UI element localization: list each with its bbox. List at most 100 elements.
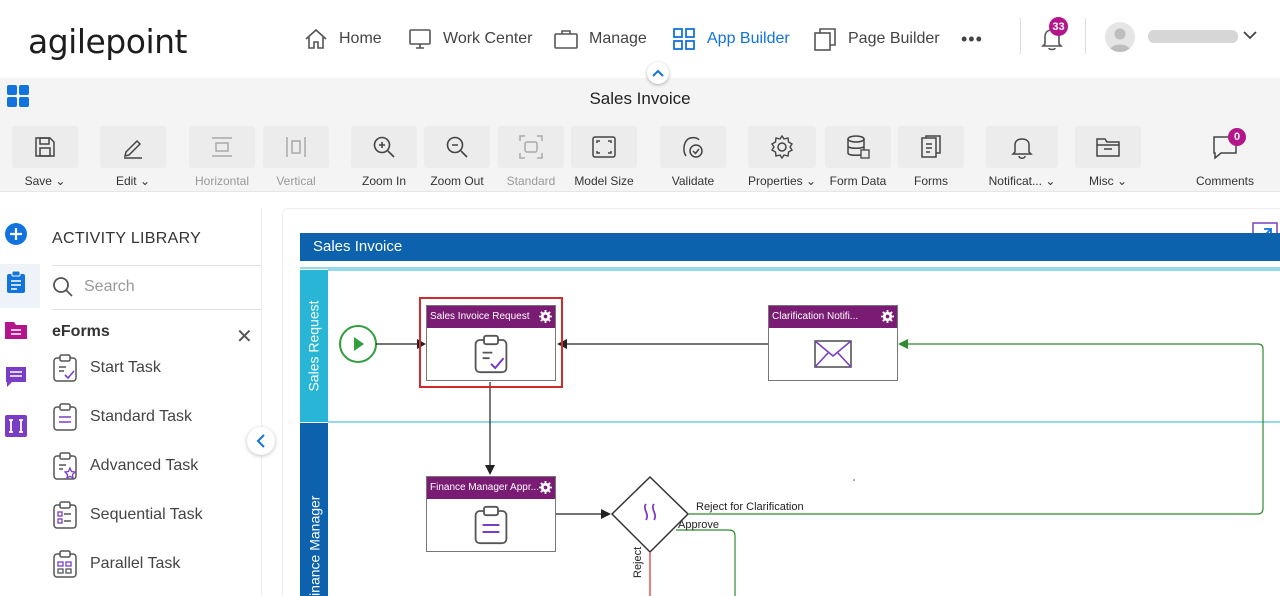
library-item-advanced-task[interactable]: Advanced Task (52, 451, 198, 481)
nav-divider (1020, 18, 1021, 54)
lane-finance-manager[interactable]: Finance Manager (300, 423, 328, 596)
folder-icon (1096, 138, 1120, 157)
nav-app-builder[interactable]: App Builder (671, 24, 790, 54)
database-icon (847, 135, 870, 159)
toolbar: Save ⌄ Edit ⌄ Horizontal Vertical Zoom I… (0, 120, 1280, 192)
nav-app-builder-label: App Builder (707, 30, 790, 47)
gear-icon (771, 134, 793, 160)
home-icon (305, 28, 327, 49)
advanced-task-icon (53, 452, 77, 480)
message-icon[interactable] (4, 364, 28, 388)
integration-icon[interactable] (4, 414, 28, 438)
gear-icon[interactable] (539, 310, 552, 323)
add-icon[interactable] (4, 222, 28, 246)
agilepoint-logo[interactable]: agilepoint (28, 22, 187, 61)
vertical-align-icon (286, 137, 306, 157)
zoom-in-button[interactable]: Zoom In (351, 126, 417, 188)
notification-bell-icon (1011, 138, 1033, 159)
standard-size-icon (519, 135, 543, 159)
chevron-down-icon[interactable] (1243, 30, 1257, 40)
task-finance-manager-approval[interactable]: Finance Manager Appr... (426, 476, 556, 552)
chevron-up-icon (652, 69, 664, 77)
envelope-icon (814, 340, 852, 368)
library-item-parallel-task[interactable]: Parallel Task (52, 549, 180, 579)
nav-home[interactable]: Home (303, 24, 382, 54)
nav-divider (1085, 18, 1086, 54)
flow-label-approve: Approve (678, 519, 719, 531)
misc-button[interactable]: Misc ⌄ (1075, 126, 1141, 188)
standard-button[interactable]: Standard (498, 126, 564, 188)
horizontal-align-icon (212, 137, 232, 157)
zoom-out-icon (446, 136, 468, 158)
nav-manage-label: Manage (589, 30, 647, 47)
nav-work-center[interactable]: Work Center (407, 24, 533, 54)
parallel-task-icon (53, 550, 77, 578)
divider (52, 265, 262, 266)
nav-work-center-label: Work Center (443, 30, 533, 47)
forms-icon (921, 135, 941, 158)
zoom-out-button[interactable]: Zoom Out (424, 126, 490, 188)
pencil-icon (123, 139, 142, 159)
comments-count-badge: 0 (1228, 128, 1246, 146)
vertical-button[interactable]: Vertical (263, 126, 329, 188)
nav-home-label: Home (339, 30, 382, 47)
avatar[interactable] (1105, 22, 1135, 52)
save-icon (35, 137, 55, 157)
flow-label-reject: Reject (632, 546, 644, 578)
nav-page-builder[interactable]: Page Builder (812, 24, 940, 54)
forms-button[interactable]: Forms (898, 126, 964, 188)
nav-page-builder-label: Page Builder (848, 30, 940, 47)
model-size-button[interactable]: Model Size (571, 126, 637, 188)
validate-button[interactable]: Validate (660, 126, 726, 188)
library-item-standard-task[interactable]: Standard Task (52, 402, 192, 432)
gear-icon[interactable] (881, 310, 894, 323)
task-clarification-notification[interactable]: Clarification Notifi... (768, 305, 898, 381)
library-item-start-task[interactable]: Start Task (52, 353, 161, 383)
notifications-button[interactable]: Notificat... ⌄ (986, 126, 1058, 188)
user-icon (1109, 28, 1131, 52)
save-button[interactable]: Save ⌄ (12, 126, 78, 188)
horizontal-button[interactable]: Horizontal (189, 126, 255, 188)
library-search[interactable]: Search (52, 276, 135, 298)
nav-more-button[interactable]: ••• (961, 24, 983, 54)
username (1148, 30, 1238, 43)
collapse-header-button[interactable] (647, 62, 669, 84)
top-navigation: agilepoint Home Work Center Manage App B… (0, 0, 1280, 78)
standard-task-icon (474, 505, 508, 545)
folder-forms-icon[interactable] (4, 318, 28, 342)
start-task-icon (474, 334, 508, 374)
task-sales-invoice-request[interactable]: Sales Invoice Request (426, 305, 556, 381)
library-title: ACTIVITY LIBRARY (52, 230, 202, 247)
collapse-library-button[interactable] (247, 427, 275, 455)
pages-icon (814, 28, 836, 51)
left-rail (0, 208, 40, 596)
zoom-in-icon (373, 136, 395, 158)
grid-icon (673, 28, 695, 50)
sequential-task-icon (53, 501, 77, 529)
title-bar: Sales Invoice (0, 78, 1280, 120)
chevron-left-icon (256, 434, 265, 448)
page-title: Sales Invoice (589, 89, 691, 108)
monitor-icon (409, 29, 431, 49)
lane-sales-request[interactable]: Sales Request (300, 270, 328, 422)
comments-button[interactable]: Comments (1192, 126, 1258, 188)
search-input[interactable]: Search (84, 278, 135, 296)
clipboard-icon[interactable] (4, 270, 28, 294)
notification-badge: 33 (1049, 17, 1068, 36)
search-icon (53, 277, 73, 297)
lane-gap (300, 261, 1280, 263)
standard-task-icon (53, 403, 77, 431)
gear-icon[interactable] (539, 481, 552, 494)
close-icon[interactable]: ✕ (236, 324, 253, 349)
flow-label-reject-clarification: Reject for Clarification (696, 501, 804, 513)
start-task-icon (53, 354, 77, 382)
library-group-title: eForms (52, 323, 110, 340)
pool-header[interactable]: Sales Invoice (300, 233, 1280, 261)
library-item-sequential-task[interactable]: Sequential Task (52, 500, 203, 530)
form-data-button[interactable]: Form Data (825, 126, 891, 188)
properties-button[interactable]: Properties ⌄ (748, 126, 816, 188)
edit-button[interactable]: Edit ⌄ (100, 126, 166, 188)
validate-icon (683, 136, 703, 158)
nav-manage[interactable]: Manage (553, 24, 647, 54)
divider (52, 309, 262, 310)
